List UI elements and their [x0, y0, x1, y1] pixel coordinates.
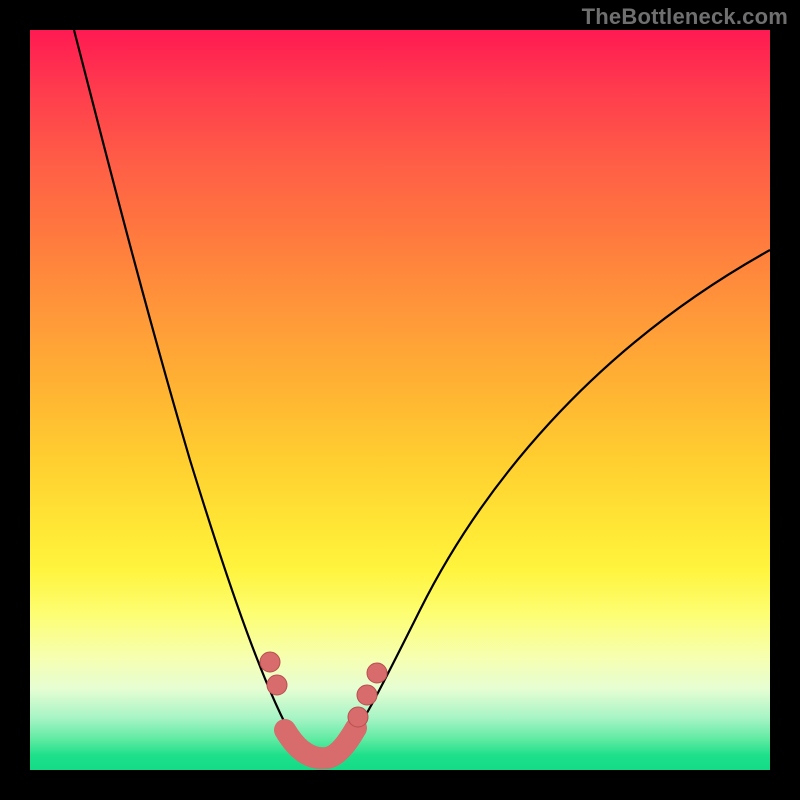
marker-dot	[267, 675, 287, 695]
bottleneck-curve	[74, 30, 770, 759]
chart-frame: TheBottleneck.com	[0, 0, 800, 800]
valley-highlight	[285, 728, 356, 758]
plot-area	[30, 30, 770, 770]
marker-dot	[357, 685, 377, 705]
watermark-text: TheBottleneck.com	[582, 4, 788, 30]
marker-dot	[348, 707, 368, 727]
marker-dot	[260, 652, 280, 672]
curve-svg	[30, 30, 770, 770]
marker-dot	[367, 663, 387, 683]
